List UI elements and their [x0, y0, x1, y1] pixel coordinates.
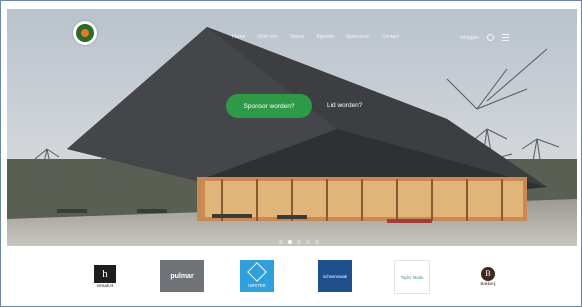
nav-item-sponsoren[interactable]: Sponsoren	[346, 34, 370, 40]
sponsor-caption: emsak.nl	[96, 282, 114, 288]
nav-item-over-ons[interactable]: Over ons	[257, 34, 277, 40]
sponsor-logo-pulmar[interactable]: pulmar	[160, 260, 204, 292]
sponsor-strip: h emsak.nl pulmar iWRITER schoonmaak Tay…	[1, 246, 581, 306]
sponsor-logo-emsak[interactable]: h emsak.nl	[88, 260, 122, 292]
sponsor-button[interactable]: Sponsor worden?	[226, 94, 312, 118]
sponsor-caption: pulmar	[170, 272, 194, 280]
bakkerij-icon: B	[481, 266, 495, 281]
carousel-dot[interactable]	[297, 240, 301, 244]
club-logo-icon	[76, 24, 94, 42]
carousel-dots	[279, 240, 319, 244]
nav-item-agenda[interactable]: Agenda	[316, 34, 333, 40]
nav-item-contact[interactable]: Contact	[382, 34, 399, 40]
iwriter-icon	[247, 261, 267, 282]
hero-carousel: Home Over ons Teams Agenda Sponsoren Con…	[7, 9, 577, 246]
login-link[interactable]: Inloggen	[460, 35, 479, 41]
sponsor-logo-bakkerij[interactable]: B Bakkerij	[471, 260, 505, 292]
user-icon[interactable]	[487, 34, 495, 41]
carousel-dot[interactable]	[279, 240, 283, 244]
carousel-dot[interactable]	[306, 240, 310, 244]
browser-frame: Home Over ons Teams Agenda Sponsoren Con…	[0, 0, 582, 307]
sponsor-logo-taylor[interactable]: Taylor Made	[394, 260, 430, 294]
nav-item-teams[interactable]: Teams	[290, 34, 305, 40]
sponsor-logo-schoonmaak[interactable]: schoonmaak	[318, 260, 352, 292]
menu-icon[interactable]	[502, 34, 510, 41]
nav-utility: Inloggen	[460, 34, 510, 41]
main-nav: Home Over ons Teams Agenda Sponsoren Con…	[232, 34, 399, 40]
carousel-dot[interactable]	[315, 240, 319, 244]
sponsor-logo-iwriter[interactable]: iWRITER	[240, 260, 274, 292]
sponsor-caption: schoonmaak	[323, 273, 347, 279]
carousel-dot-active[interactable]	[288, 240, 292, 244]
nav-item-home[interactable]: Home	[232, 34, 245, 40]
emsak-icon: h	[94, 264, 116, 283]
sponsor-caption: iWRITER	[248, 282, 266, 288]
hero-photo	[7, 9, 577, 246]
sponsor-caption: Bakkerij	[480, 280, 496, 286]
sponsor-caption: Taylor Made	[400, 274, 424, 280]
club-logo[interactable]	[73, 21, 97, 45]
member-link[interactable]: Lid worden?	[327, 102, 362, 109]
